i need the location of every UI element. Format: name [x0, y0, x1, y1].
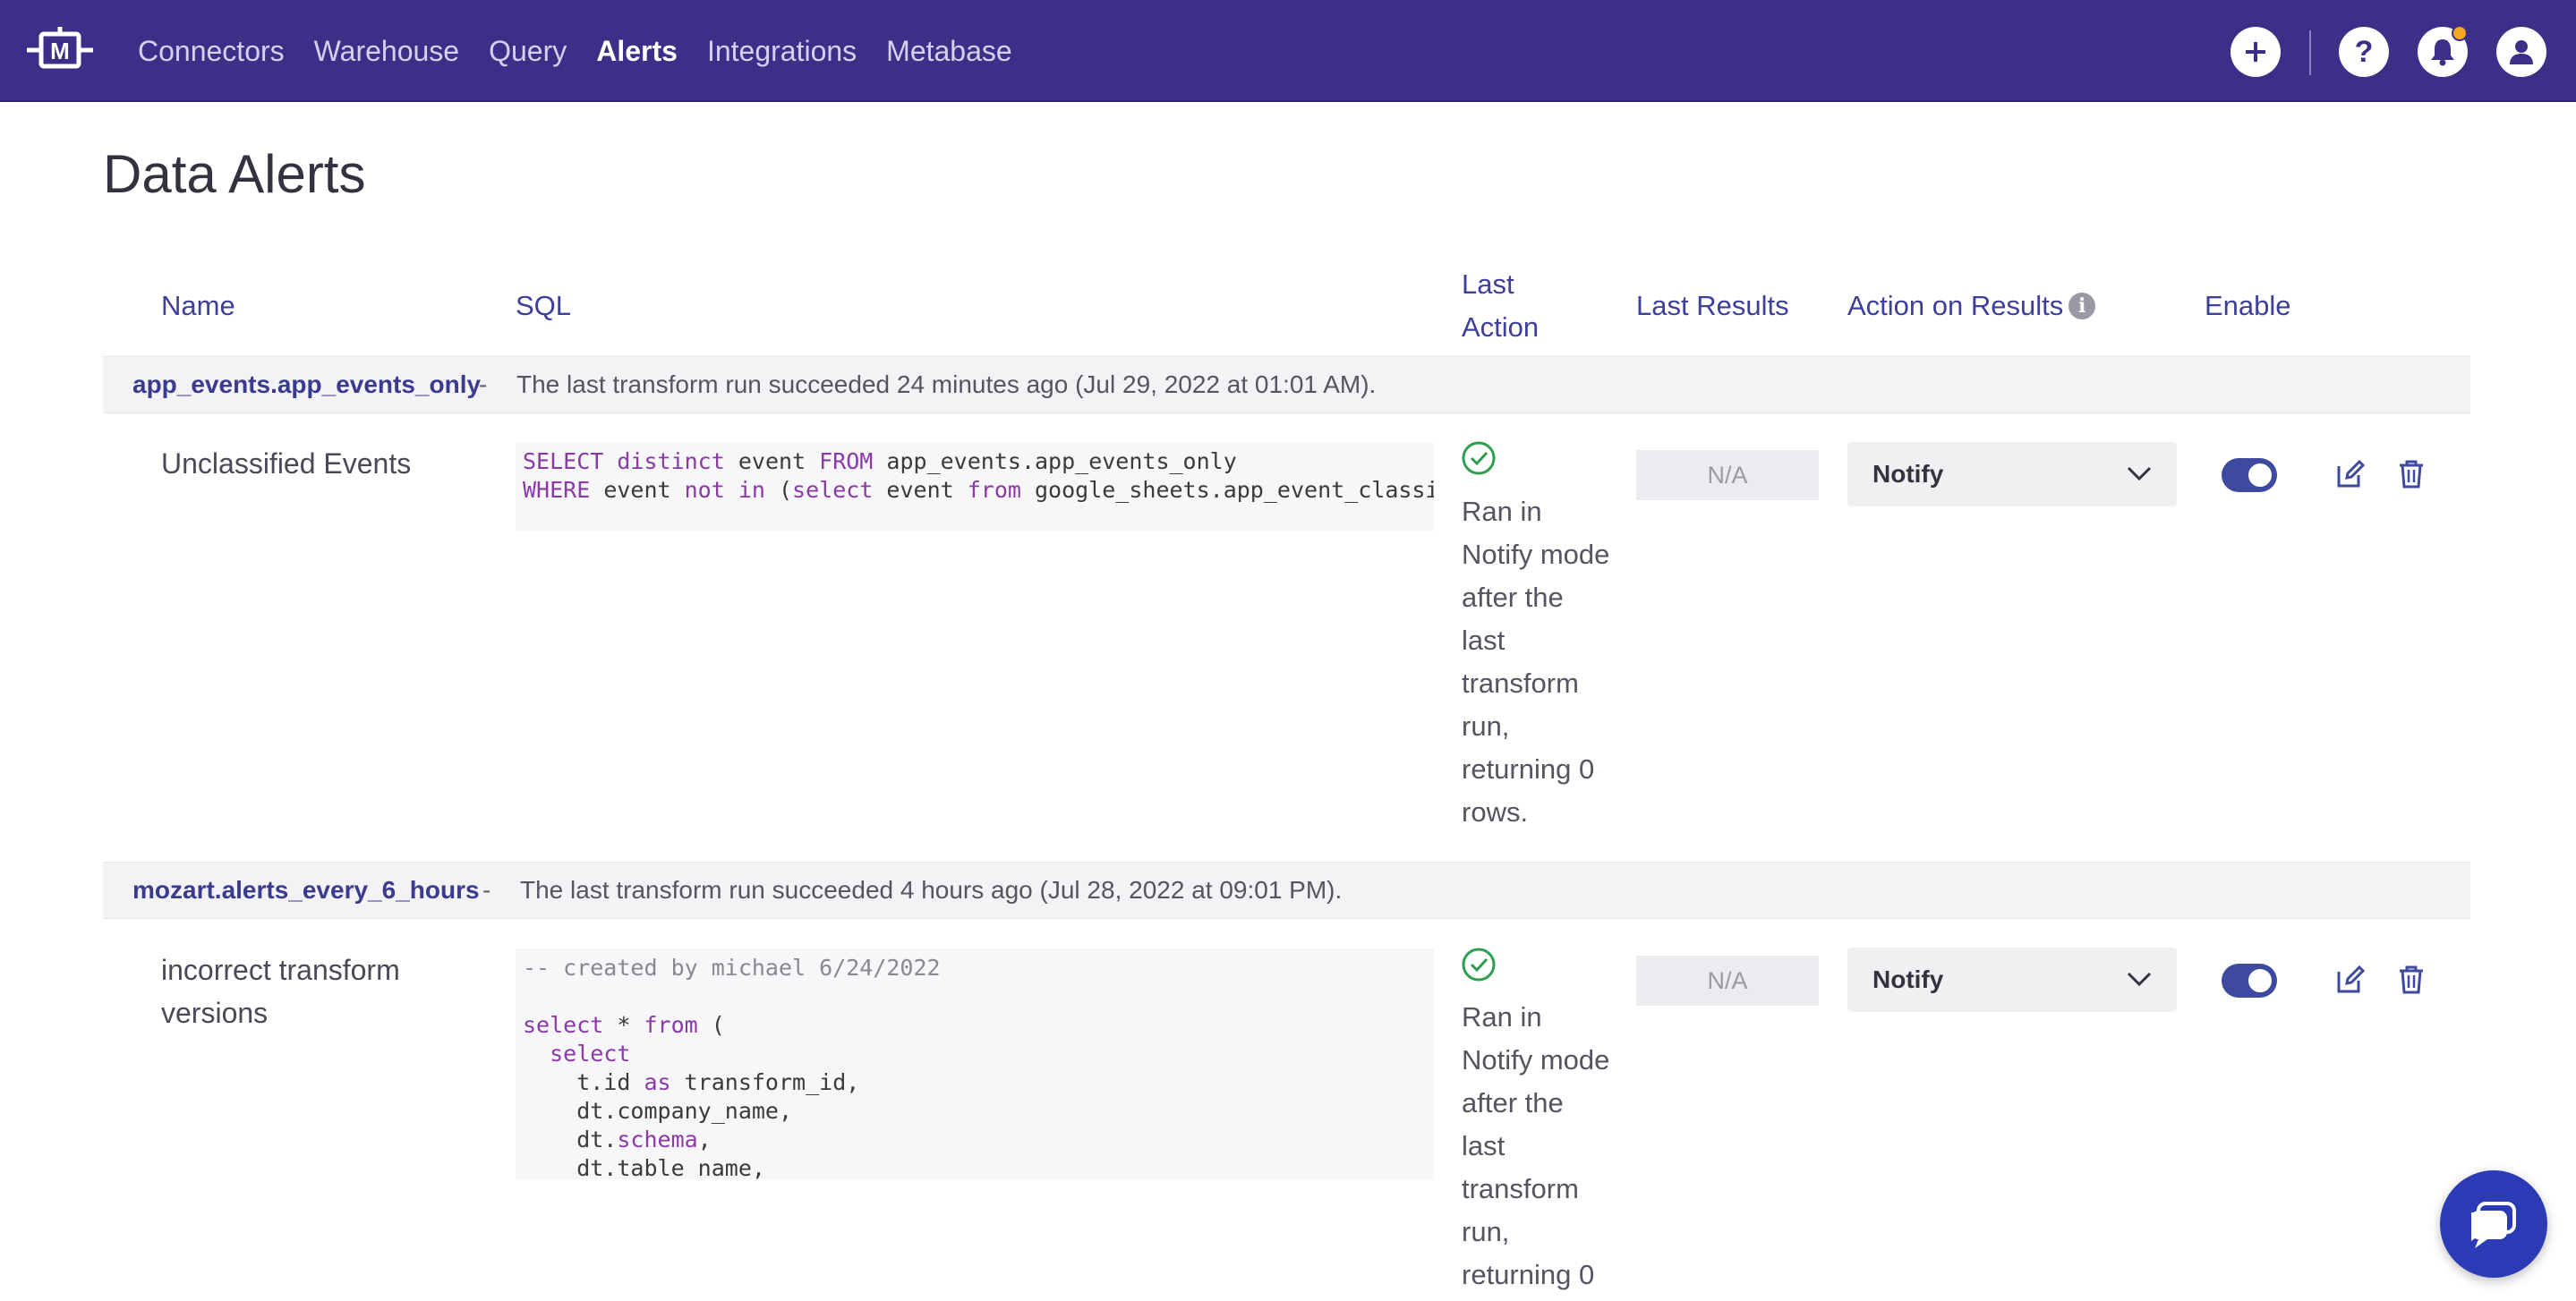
- alert-name[interactable]: Unclassified Events: [161, 442, 456, 485]
- sql-line: -- created by michael 6/24/2022: [523, 955, 941, 981]
- last-action-text: Ran in Notify mode after the last transf…: [1462, 1001, 1610, 1290]
- sql-line: [523, 982, 1434, 1011]
- help-icon: ?: [2354, 35, 2374, 69]
- last-results-value: N/A: [1636, 956, 1819, 1006]
- transform-name-link[interactable]: mozart.alerts_every_6_hours: [132, 863, 480, 918]
- transform-group-row: app_events.app_events_only - The last tr…: [103, 356, 2470, 413]
- toggle-knob: [2247, 462, 2273, 489]
- info-icon[interactable]: i: [2068, 293, 2096, 319]
- column-header-enable: Enable: [2205, 290, 2291, 321]
- column-header-last-action: Last Action: [1462, 268, 1540, 343]
- enable-toggle[interactable]: [2222, 964, 2277, 998]
- chevron-down-icon: [2127, 466, 2152, 481]
- sql-line: t.id as transform_id,: [523, 1069, 860, 1095]
- sql-editor[interactable]: -- created by michael 6/24/2022 select *…: [516, 948, 1434, 1179]
- user-icon: [2510, 40, 2533, 64]
- transform-group-row: mozart.alerts_every_6_hours - The last t…: [103, 862, 2470, 919]
- last-results-value: N/A: [1636, 450, 1819, 500]
- add-button[interactable]: [2231, 27, 2281, 77]
- add-icon: [2246, 42, 2265, 62]
- action-select-value: Notify: [1872, 965, 1944, 993]
- group-separator: -: [479, 370, 488, 398]
- trash-icon[interactable]: [2396, 459, 2427, 489]
- trash-icon[interactable]: [2396, 965, 2427, 995]
- nav-alerts[interactable]: Alerts: [596, 35, 678, 68]
- sql-line: dt.schema,: [523, 1127, 712, 1152]
- edit-icon[interactable]: [2335, 459, 2366, 489]
- nav-integrations[interactable]: Integrations: [707, 35, 857, 68]
- enable-toggle[interactable]: [2222, 458, 2277, 492]
- chevron-down-icon: [2127, 972, 2152, 987]
- column-header-sql: SQL: [516, 290, 572, 321]
- sql-editor[interactable]: SELECT distinct event FROM app_events.ap…: [516, 442, 1434, 531]
- sql-line: select * from (: [523, 1012, 725, 1038]
- sql-line: dt.table_name,: [523, 1155, 765, 1179]
- sql-line: WHERE event not in (select event from go…: [523, 477, 1434, 503]
- success-check-icon: [1462, 441, 1496, 475]
- user-menu-button[interactable]: [2496, 27, 2546, 77]
- toggle-knob: [2247, 967, 2273, 994]
- sql-line: select: [550, 1041, 631, 1067]
- column-header-last-results: Last Results: [1636, 290, 1789, 321]
- top-nav-bar: M Connectors Warehouse Query Alerts Inte…: [0, 0, 2576, 102]
- logo-letter: M: [50, 38, 70, 64]
- nav-divider: [2309, 30, 2311, 75]
- transform-name-link[interactable]: app_events.app_events_only: [132, 357, 481, 412]
- chat-icon: [2471, 1202, 2516, 1248]
- action-select[interactable]: Notify: [1847, 442, 2177, 506]
- notification-badge: [2452, 25, 2468, 41]
- column-header-action-on-results-label: Action on Results: [1847, 290, 2064, 321]
- mozart-logo-icon[interactable]: M: [25, 27, 95, 73]
- nav-warehouse[interactable]: Warehouse: [314, 35, 459, 68]
- nav-connectors[interactable]: Connectors: [138, 35, 285, 68]
- chat-launcher-button[interactable]: [2440, 1170, 2547, 1278]
- action-select[interactable]: Notify: [1847, 948, 2177, 1012]
- nav-query[interactable]: Query: [489, 35, 567, 68]
- success-check-icon: [1462, 948, 1496, 982]
- bell-icon: [2431, 39, 2454, 66]
- transform-status-text: The last transform run succeeded 24 minu…: [516, 370, 1377, 398]
- sql-line: dt.company_name,: [523, 1098, 793, 1124]
- transform-status-text: The last transform run succeeded 4 hours…: [520, 876, 1343, 904]
- notifications-button[interactable]: [2418, 25, 2468, 77]
- alert-name[interactable]: incorrect transform versions: [161, 948, 456, 1034]
- action-select-value: Notify: [1872, 460, 1944, 488]
- help-button[interactable]: ?: [2339, 27, 2389, 77]
- edit-icon[interactable]: [2335, 965, 2366, 995]
- main-nav: Connectors Warehouse Query Alerts Integr…: [138, 0, 1042, 102]
- sql-line: SELECT distinct event FROM app_events.ap…: [523, 448, 1237, 474]
- last-action-text: Ran in Notify mode after the last transf…: [1462, 496, 1610, 828]
- group-separator: -: [482, 876, 491, 904]
- column-header-name: Name: [161, 290, 235, 321]
- nav-metabase[interactable]: Metabase: [886, 35, 1012, 68]
- column-header-action-on-results: Action on Results i: [1847, 285, 2096, 327]
- page-title: Data Alerts: [103, 144, 366, 204]
